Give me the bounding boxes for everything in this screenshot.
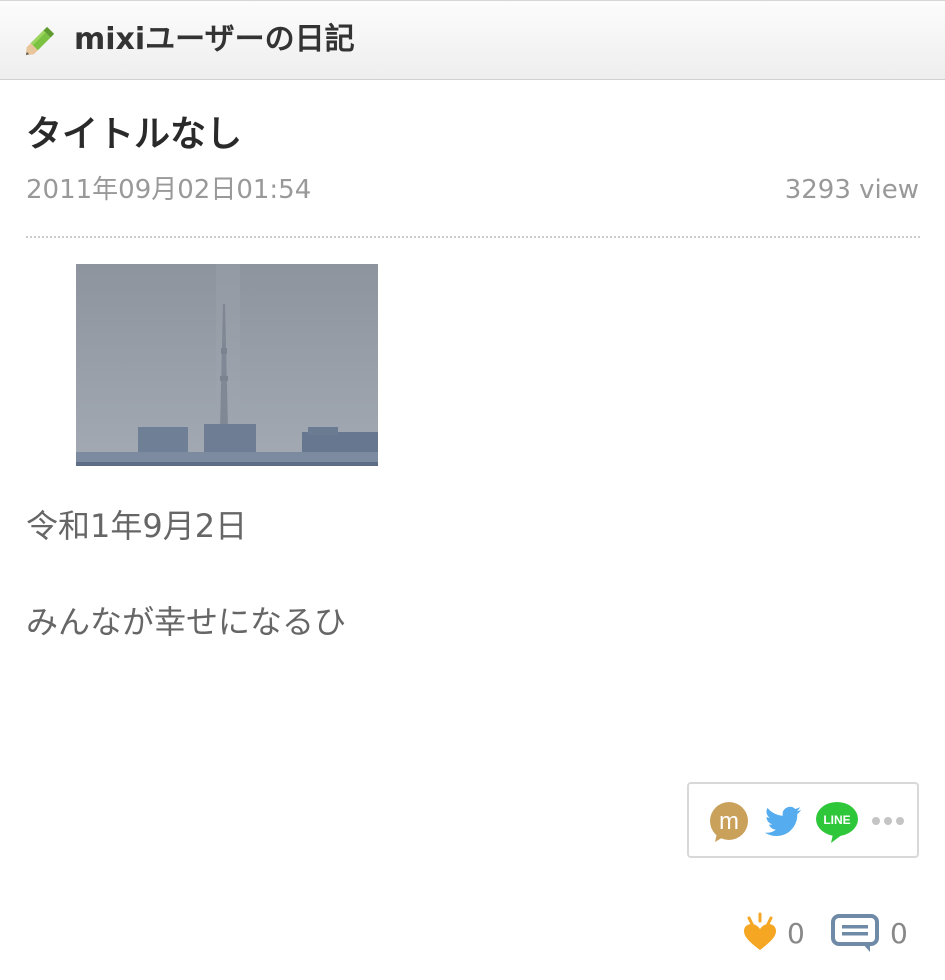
- entry-date: 2011年09月02日01:54: [26, 175, 312, 205]
- pencil-icon: [25, 26, 55, 56]
- twitter-icon[interactable]: [761, 800, 805, 844]
- line-icon[interactable]: LINE: [815, 800, 859, 844]
- entry-photo[interactable]: [76, 264, 378, 466]
- iine-count: 0: [787, 917, 805, 950]
- entry-body-line: みんなが幸せになるひ: [26, 603, 347, 641]
- comment-count: 0: [890, 917, 908, 950]
- comment-icon[interactable]: [830, 914, 880, 954]
- iine-heart-icon[interactable]: [742, 912, 778, 952]
- line-logo-text: LINE: [823, 813, 850, 827]
- page-title: mixiユーザーの日記: [74, 22, 355, 57]
- more-icon[interactable]: [871, 814, 905, 828]
- divider: [26, 236, 920, 238]
- share-bar: m LINE: [687, 782, 919, 858]
- entry-title: タイトルなし: [26, 114, 243, 155]
- app-header: mixiユーザーの日記: [0, 0, 945, 80]
- mixi-letter: m: [719, 808, 739, 835]
- entry-body-line: 令和1年9月2日: [26, 507, 248, 545]
- mixi-share-icon[interactable]: m: [707, 800, 751, 844]
- view-count: 3293 view: [784, 175, 919, 205]
